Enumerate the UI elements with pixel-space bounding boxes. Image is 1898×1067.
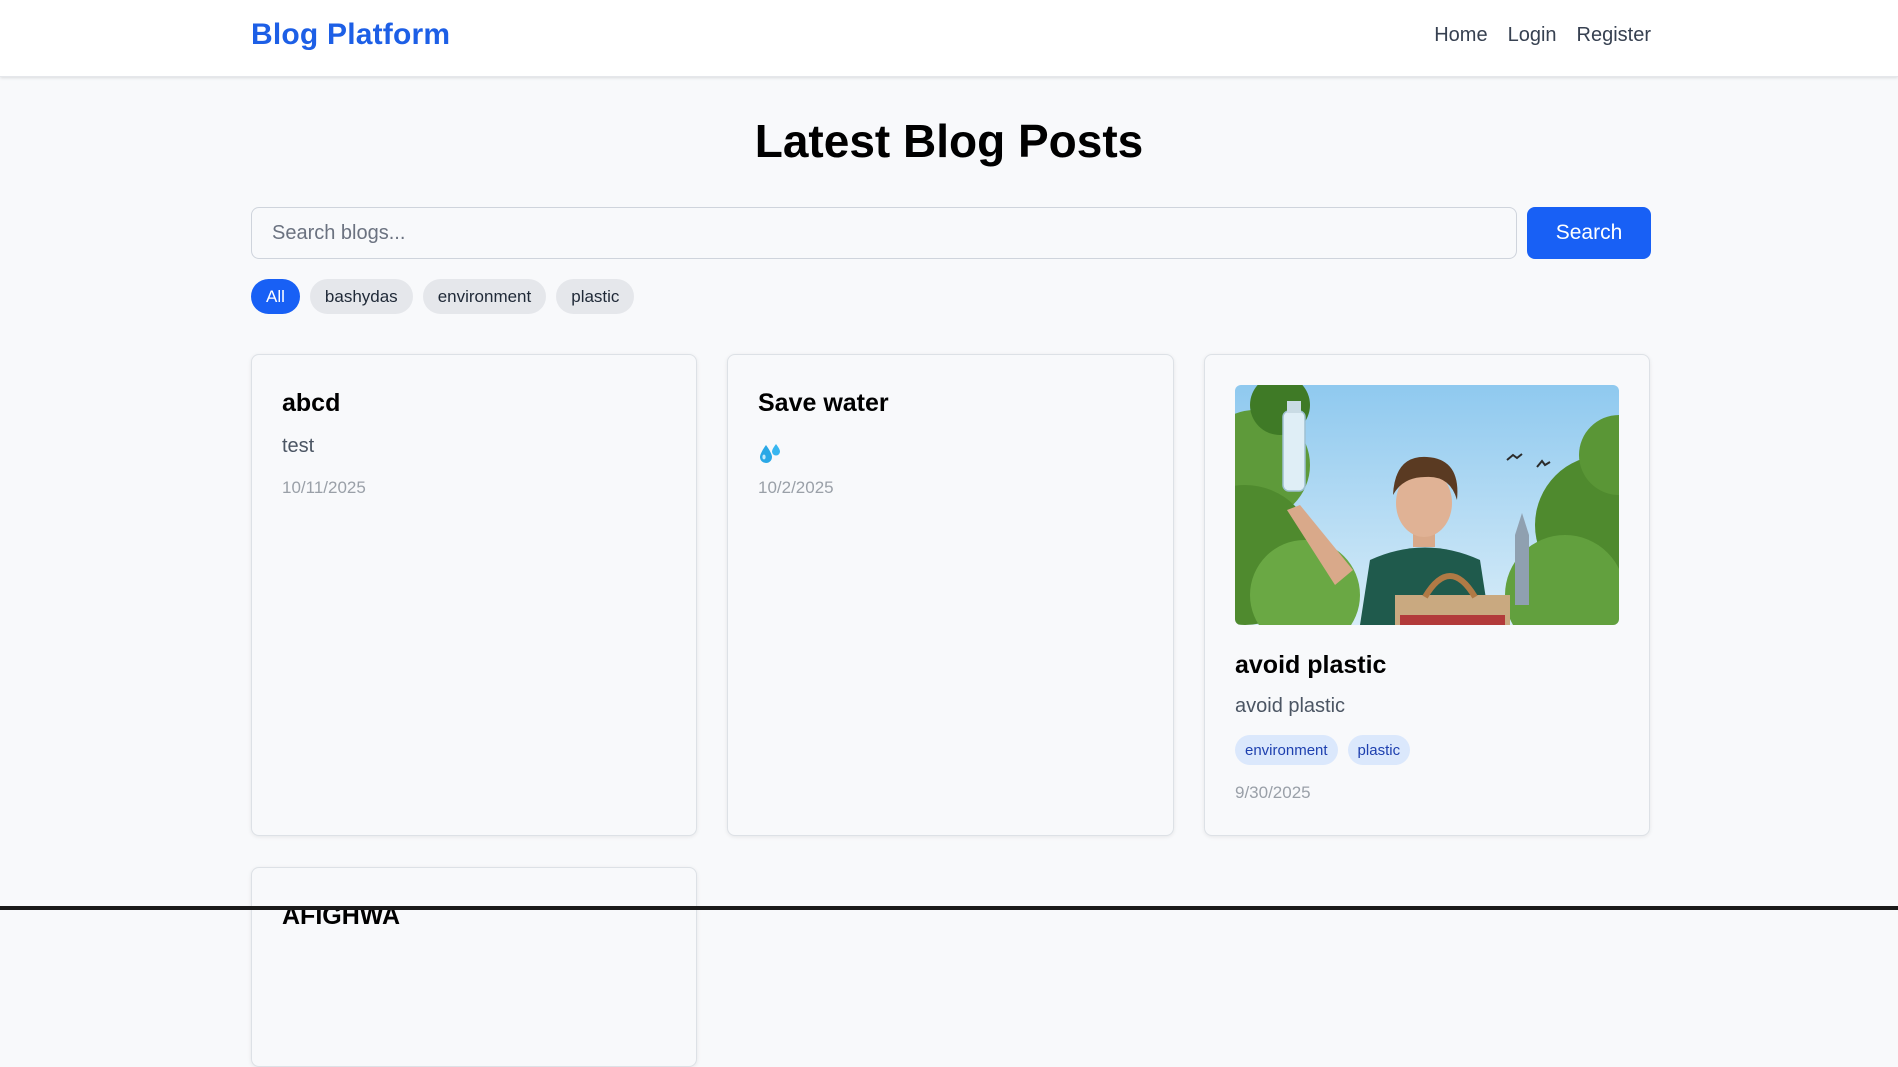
post-date: 10/11/2025 (282, 478, 366, 497)
search-input[interactable] (251, 207, 1517, 259)
nav-register-link[interactable]: Register (1577, 24, 1651, 47)
window-bottom-edge (0, 906, 1898, 910)
blog-post-card[interactable]: AFIGHWA (251, 867, 697, 1067)
nav-login-link[interactable]: Login (1508, 24, 1557, 47)
post-excerpt: avoid plastic (1235, 695, 1346, 717)
post-excerpt: test (282, 435, 315, 457)
filter-chip-plastic[interactable]: plastic (556, 279, 635, 314)
filter-chip-bashydas[interactable]: bashydas (309, 279, 413, 314)
post-tag[interactable]: environment (1235, 735, 1338, 765)
nav-home-link[interactable]: Home (1434, 24, 1487, 47)
search-button[interactable]: Search (1527, 207, 1651, 259)
post-title[interactable]: abcd (282, 389, 340, 418)
blog-post-card[interactable]: abcd test 10/11/2025 (251, 354, 697, 836)
post-tag[interactable]: plastic (1347, 735, 1411, 765)
filter-chip-all[interactable]: All (251, 279, 300, 314)
brand-logo-link[interactable]: Blog Platform (251, 18, 450, 52)
post-tags: environment plastic (1235, 735, 1411, 765)
post-title[interactable]: avoid plastic (1235, 651, 1386, 680)
post-cover-image[interactable] (1235, 385, 1619, 625)
search-bar: Search (251, 207, 1651, 259)
post-date: 10/2/2025 (758, 478, 834, 497)
filter-chip-environment[interactable]: environment (422, 279, 547, 314)
post-date: 9/30/2025 (1235, 783, 1311, 802)
tag-filters: All bashydas environment plastic (251, 279, 635, 314)
main-nav: Home Login Register (1434, 24, 1651, 47)
top-navbar: Blog Platform Home Login Register (0, 0, 1898, 77)
page-title: Latest Blog Posts (754, 115, 1144, 167)
blog-post-card[interactable]: avoid plastic avoid plastic environment … (1204, 354, 1650, 836)
water-droplets-emoji-icon (758, 443, 782, 470)
post-title[interactable]: Save water (758, 389, 889, 418)
blog-post-card[interactable]: Save water 10/2/2025 (727, 354, 1174, 836)
